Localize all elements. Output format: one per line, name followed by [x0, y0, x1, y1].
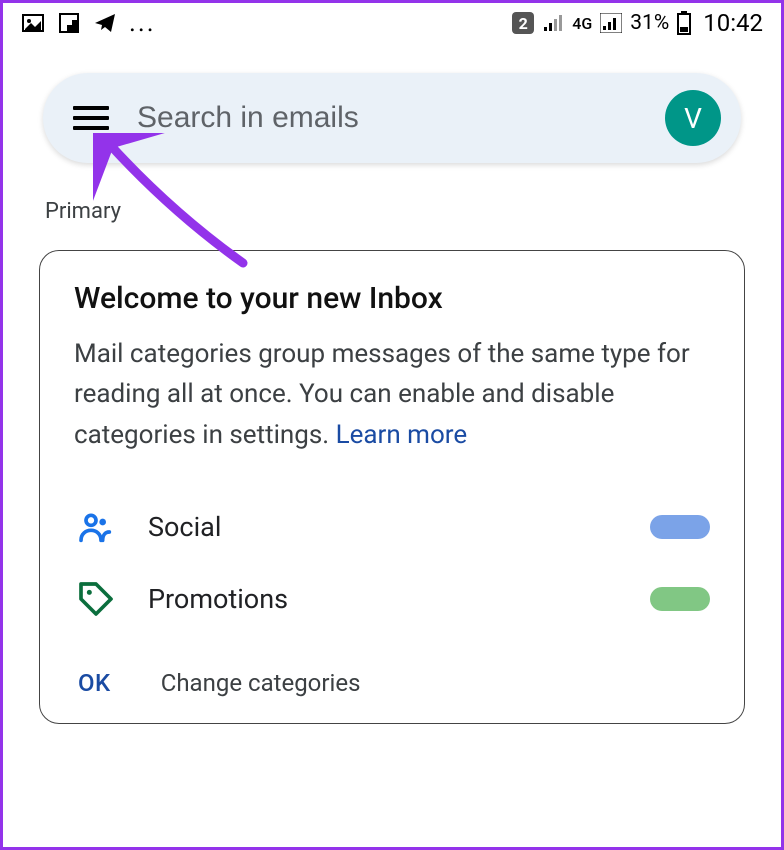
status-indicators: 2 4G 31% 10:42: [512, 9, 763, 37]
section-label-primary: Primary: [3, 183, 781, 240]
status-notifications: ...: [21, 8, 156, 38]
battery-icon: [677, 11, 691, 35]
pill-indicator-social: [650, 515, 710, 539]
ok-button[interactable]: OK: [78, 669, 111, 697]
sim-badge: 2: [512, 12, 534, 34]
image-icon: [21, 11, 45, 35]
welcome-card: Welcome to your new Inbox Mail categorie…: [39, 250, 745, 724]
card-title: Welcome to your new Inbox: [74, 281, 710, 316]
pill-indicator-promotions: [650, 587, 710, 611]
category-label-social: Social: [148, 511, 650, 543]
avatar-letter: V: [684, 102, 702, 135]
category-row-social: Social: [74, 491, 710, 563]
battery-percent: 31%: [630, 11, 669, 35]
clock-time: 10:42: [703, 9, 763, 37]
search-bar[interactable]: V: [43, 73, 741, 163]
network-type: 4G: [572, 14, 592, 33]
people-icon: [74, 505, 118, 549]
category-row-promotions: Promotions: [74, 563, 710, 635]
flipboard-icon: [57, 11, 81, 35]
learn-more-link[interactable]: Learn more: [336, 420, 468, 450]
search-input[interactable]: [137, 101, 665, 135]
change-categories-button[interactable]: Change categories: [161, 669, 361, 697]
tag-icon: [74, 577, 118, 621]
avatar[interactable]: V: [665, 90, 721, 146]
telegram-icon: [93, 11, 117, 35]
more-notifications: ...: [129, 8, 156, 38]
status-bar: ... 2 4G 31% 10:42: [3, 3, 781, 43]
category-label-promotions: Promotions: [148, 583, 650, 615]
signal-icon-1: [542, 13, 564, 33]
hamburger-menu-icon[interactable]: [73, 106, 109, 130]
card-actions: OK Change categories: [74, 669, 710, 697]
card-body: Mail categories group messages of the sa…: [74, 334, 710, 455]
signal-icon-2: [600, 13, 622, 33]
